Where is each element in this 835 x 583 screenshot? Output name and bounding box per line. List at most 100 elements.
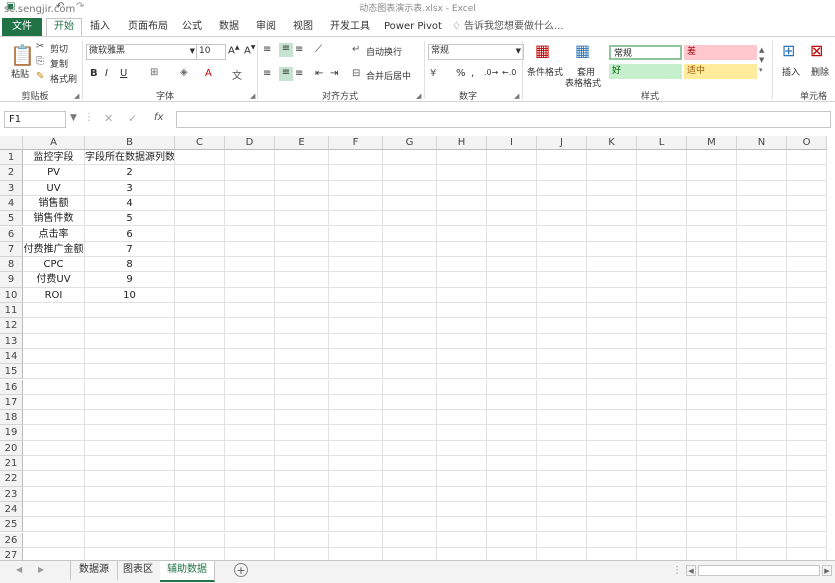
cell-J13[interactable] (537, 333, 587, 349)
font-launcher-icon[interactable]: ◢ (250, 92, 255, 100)
cell-M1[interactable] (687, 150, 737, 166)
cell-N26[interactable] (737, 532, 787, 548)
tab-file[interactable]: 文件 (2, 18, 42, 36)
cell-I17[interactable] (487, 394, 537, 411)
cell-A25[interactable] (23, 517, 85, 533)
cell-F22[interactable] (329, 471, 383, 487)
row-header[interactable]: 6 (0, 226, 23, 242)
sheet-tab-chart-area[interactable]: 图表区 (116, 561, 161, 580)
cell-J27[interactable] (537, 547, 587, 560)
wrap-text-button[interactable]: 自动换行 (366, 45, 402, 58)
column-header-F[interactable]: F (329, 136, 383, 150)
cell-F27[interactable] (329, 547, 383, 560)
cell-A20[interactable] (23, 440, 85, 456)
cell-H22[interactable] (437, 471, 487, 487)
cell-M14[interactable] (687, 348, 737, 365)
style-bad[interactable]: 差 (684, 45, 757, 60)
cell-A3[interactable]: UV (23, 180, 85, 196)
cell-M24[interactable] (687, 501, 737, 518)
cell-E13[interactable] (275, 333, 329, 349)
cell-O17[interactable] (787, 394, 827, 411)
cell-J15[interactable] (537, 364, 587, 380)
row-header[interactable]: 14 (0, 348, 23, 365)
cell-L26[interactable] (637, 532, 687, 548)
cell-B18[interactable] (85, 410, 175, 426)
cell-H2[interactable] (437, 165, 487, 181)
cell-F6[interactable] (329, 226, 383, 242)
cell-G12[interactable] (383, 318, 437, 334)
paste-icon[interactable]: 📋 (10, 43, 35, 67)
cell-J21[interactable] (537, 456, 587, 472)
cell-N17[interactable] (737, 394, 787, 411)
cell-F26[interactable] (329, 532, 383, 548)
cell-J9[interactable] (537, 272, 587, 288)
cell-A4[interactable]: 销售额 (23, 195, 85, 212)
row-header[interactable]: 15 (0, 364, 23, 380)
cell-O15[interactable] (787, 364, 827, 380)
cell-M22[interactable] (687, 471, 737, 487)
cell-D2[interactable] (225, 165, 275, 181)
cell-B5[interactable]: 5 (85, 211, 175, 227)
row-header[interactable]: 1 (0, 150, 23, 166)
cell-H9[interactable] (437, 272, 487, 288)
cell-H18[interactable] (437, 410, 487, 426)
cell-M21[interactable] (687, 456, 737, 472)
cell-B7[interactable]: 7 (85, 241, 175, 258)
wrap-text-icon[interactable]: ↵ (352, 44, 360, 55)
align-middle-icon[interactable]: ≡ (279, 43, 293, 57)
cell-N18[interactable] (737, 410, 787, 426)
cell-E23[interactable] (275, 486, 329, 502)
tell-me-input[interactable]: 告诉我您想要做什么... (464, 19, 564, 36)
name-box-dropdown-icon[interactable]: ▼ (70, 113, 77, 123)
cell-O4[interactable] (787, 195, 827, 212)
tab-formulas[interactable]: 公式 (182, 19, 202, 36)
decrease-indent-icon[interactable]: ⇤ (315, 68, 323, 79)
cell-D8[interactable] (225, 257, 275, 273)
cell-K11[interactable] (587, 303, 637, 319)
orientation-icon[interactable]: ⟋ (315, 44, 322, 55)
cell-J18[interactable] (537, 410, 587, 426)
cell-D5[interactable] (225, 211, 275, 227)
cell-M13[interactable] (687, 333, 737, 349)
prev-sheet-icon[interactable]: ◀ (16, 565, 22, 574)
column-header-G[interactable]: G (383, 136, 437, 150)
cell-F1[interactable] (329, 150, 383, 166)
cell-L17[interactable] (637, 394, 687, 411)
next-sheet-icon[interactable]: ▶ (38, 565, 44, 574)
italic-button[interactable]: I (105, 68, 108, 79)
cell-G21[interactable] (383, 456, 437, 472)
paste-button[interactable]: 粘贴 (11, 67, 29, 80)
cell-H5[interactable] (437, 211, 487, 227)
cell-J23[interactable] (537, 486, 587, 502)
row-header[interactable]: 22 (0, 471, 23, 487)
column-header-K[interactable]: K (587, 136, 637, 150)
cell-G4[interactable] (383, 195, 437, 212)
cell-L22[interactable] (637, 471, 687, 487)
cell-D18[interactable] (225, 410, 275, 426)
styles-scroll-icon[interactable]: ▲ ▼ ▾ (759, 45, 764, 75)
scroll-right-icon[interactable]: ▶ (822, 565, 832, 576)
cell-F13[interactable] (329, 333, 383, 349)
cell-E22[interactable] (275, 471, 329, 487)
number-launcher-icon[interactable]: ◢ (514, 92, 519, 100)
cell-G18[interactable] (383, 410, 437, 426)
cell-F24[interactable] (329, 501, 383, 518)
cell-J12[interactable] (537, 318, 587, 334)
cell-A13[interactable] (23, 333, 85, 349)
cell-J6[interactable] (537, 226, 587, 242)
cell-L10[interactable] (637, 287, 687, 303)
cell-H6[interactable] (437, 226, 487, 242)
cell-C13[interactable] (175, 333, 225, 349)
table-format-icon[interactable]: ▦ (575, 41, 590, 60)
cell-O25[interactable] (787, 517, 827, 533)
cell-M2[interactable] (687, 165, 737, 181)
cell-E11[interactable] (275, 303, 329, 319)
cell-G23[interactable] (383, 486, 437, 502)
conditional-format-button[interactable]: 条件格式 (527, 65, 563, 78)
cell-C26[interactable] (175, 532, 225, 548)
cell-H16[interactable] (437, 379, 487, 395)
cell-O21[interactable] (787, 456, 827, 472)
cell-C12[interactable] (175, 318, 225, 334)
align-left-icon[interactable]: ≡ (263, 68, 271, 79)
cell-J24[interactable] (537, 501, 587, 518)
